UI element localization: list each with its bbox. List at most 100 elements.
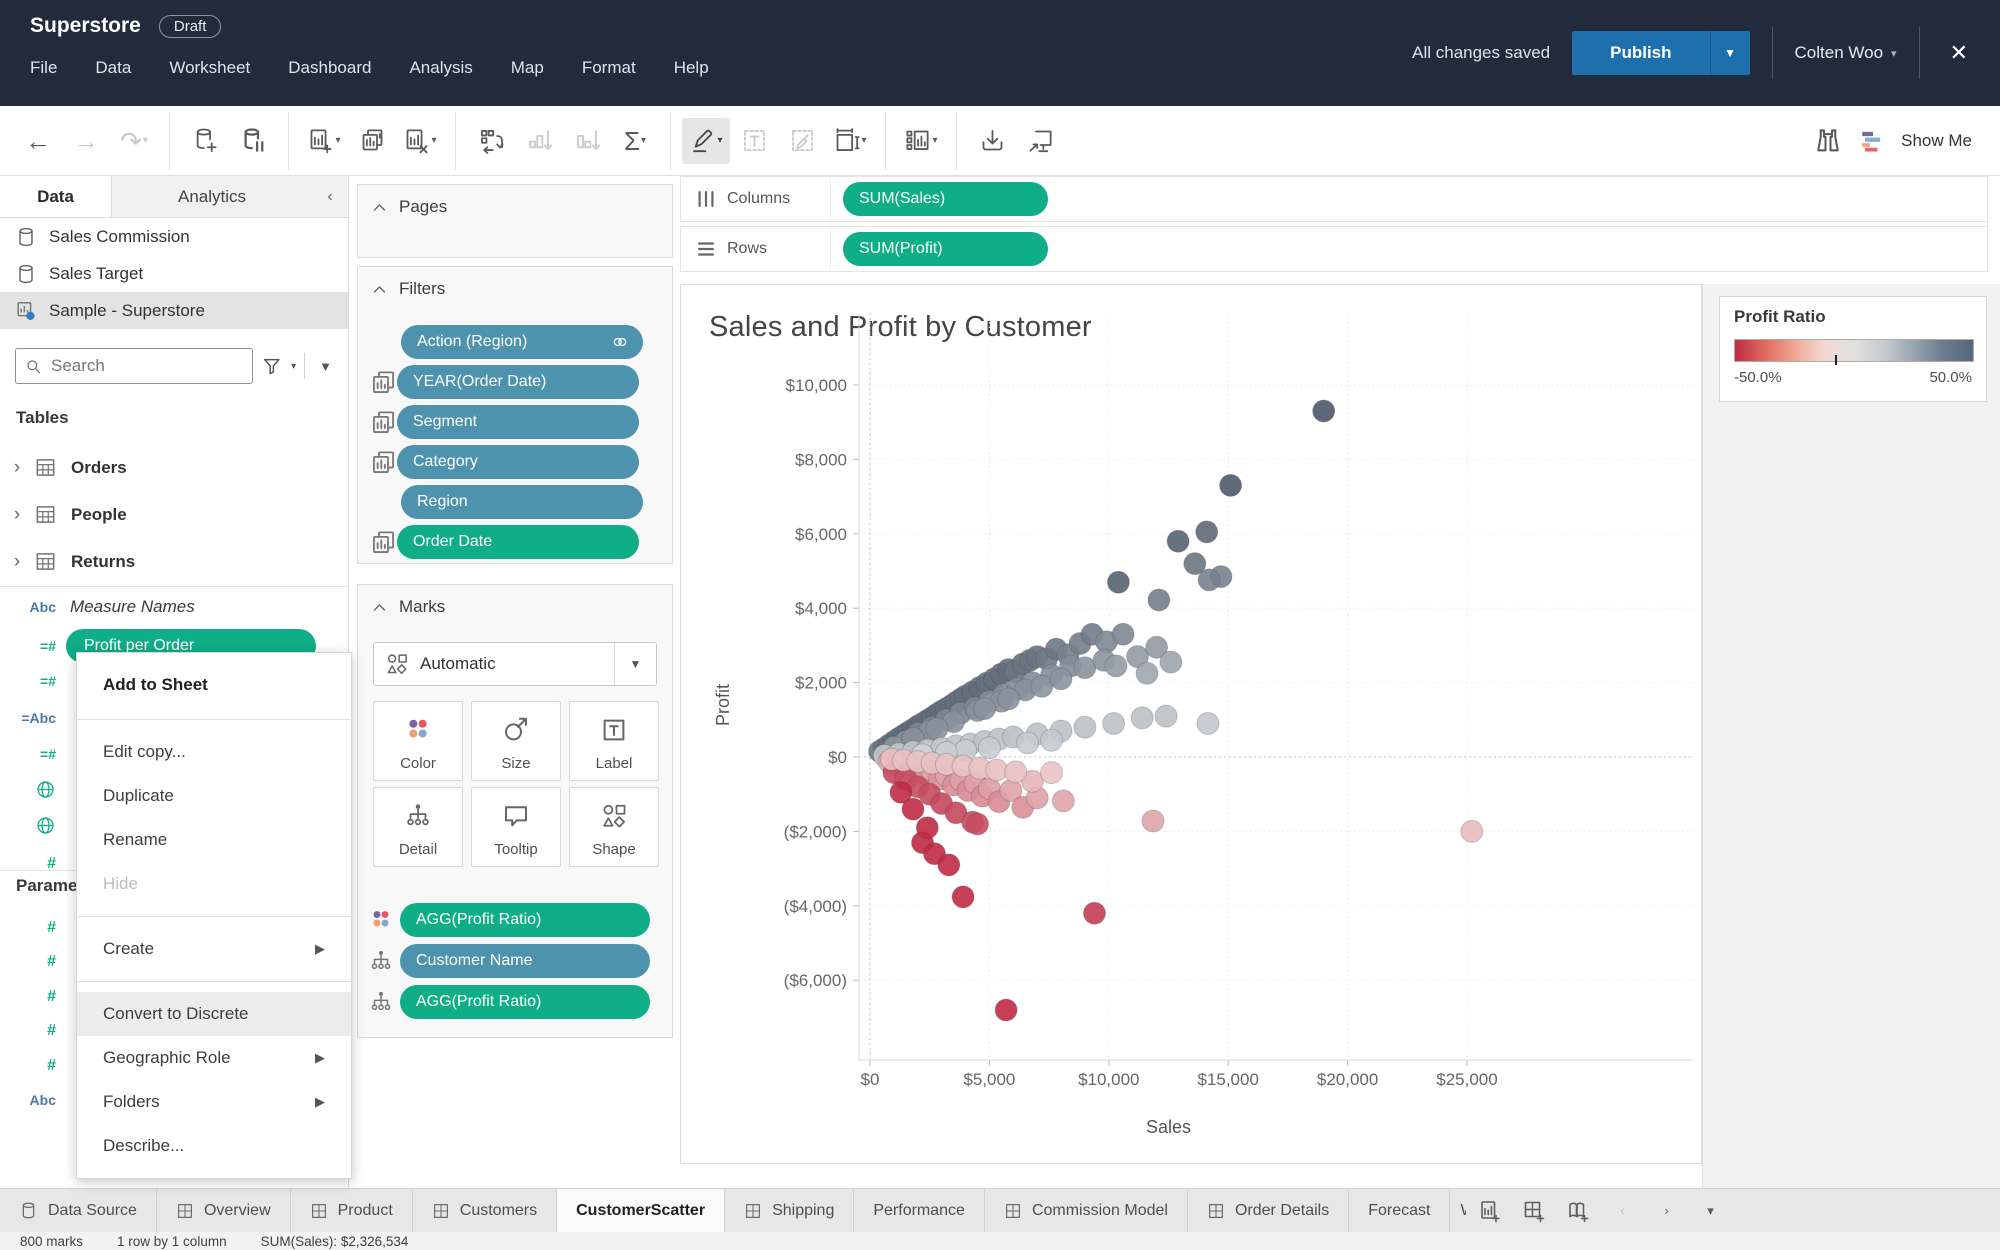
marks-pill[interactable]: AGG(Profit Ratio) [400,985,650,1019]
table-item-returns[interactable]: › Returns [0,538,348,585]
mark[interactable] [1004,760,1028,784]
filter-pill[interactable]: Segment [397,405,639,439]
table-item-orders[interactable]: › Orders [0,444,348,491]
mark[interactable] [1219,473,1243,497]
mark[interactable] [1130,706,1154,730]
fit-button[interactable]: ▾ [826,118,874,164]
scatter-plot[interactable]: $0 $5,000 $10,000 $15,000 $20,000 $25,000 $10,… [681,285,1703,1165]
mark[interactable] [1195,520,1219,544]
data-source-2[interactable]: Sales Target [0,255,348,292]
duplicate-sheet-button[interactable] [348,118,396,164]
menu-file[interactable]: File [30,58,57,78]
color-legend[interactable]: Profit Ratio -50.0% 50.0% [1719,296,1987,402]
filter-pill[interactable]: YEAR(Order Date) [397,365,639,399]
mark[interactable] [915,816,939,840]
mark[interactable] [937,853,961,877]
mark[interactable] [1016,731,1040,755]
mark[interactable] [966,812,989,836]
publish-button[interactable]: Publish ▼ [1572,31,1750,75]
sheet-tab-product[interactable]: Product [291,1189,413,1232]
show-me-icon[interactable] [1859,128,1885,154]
sheet-tab-w[interactable]: W [1450,1189,1466,1232]
presentation-mode-button[interactable] [1016,118,1064,164]
mark[interactable] [1040,761,1063,785]
data-source-1[interactable]: Sales Commission [0,218,348,255]
new-data-source-button[interactable] [181,118,229,164]
mark[interactable] [1111,622,1135,646]
mark[interactable] [994,998,1018,1022]
mark[interactable] [951,885,975,909]
highlight-button[interactable]: ▾ [682,117,730,164]
mark[interactable] [1135,661,1159,685]
mark[interactable] [901,797,925,821]
marks-button-label[interactable]: Label [569,701,659,781]
marks-button-shape[interactable]: Shape [569,787,659,867]
menu-data[interactable]: Data [95,58,131,78]
collapse-pane-button[interactable]: ‹ [312,176,348,217]
menu-item-duplicate[interactable]: Duplicate [77,774,351,818]
marks-pill[interactable]: AGG(Profit Ratio) [400,903,650,937]
user-menu[interactable]: Colten Woo ▾ [1795,43,1897,63]
mark[interactable] [973,697,997,721]
mark[interactable] [925,717,949,741]
undo-button[interactable]: ← [14,118,62,164]
publish-dropdown[interactable]: ▼ [1709,31,1750,75]
filter-pill[interactable]: Action (Region) [401,325,643,359]
mark[interactable] [977,736,1001,760]
mark[interactable] [1312,399,1336,423]
sheet-tab-shipping[interactable]: Shipping [725,1189,855,1232]
tab-list-button[interactable]: ▾ [1688,1189,1732,1233]
close-button[interactable]: ✕ [1942,36,1976,70]
marks-button-size[interactable]: Size [471,701,561,781]
marks-button-color[interactable]: Color [373,701,463,781]
mark[interactable] [1197,568,1221,592]
mark-type-dropdown[interactable]: Automatic ▼ [373,642,657,686]
new-story-button[interactable] [1556,1189,1600,1233]
chevron-right-icon[interactable]: › [0,457,34,479]
mark[interactable] [1102,712,1126,735]
mark[interactable] [1073,715,1097,739]
new-worksheet-button[interactable]: ▾ [300,118,348,164]
mark[interactable] [997,687,1020,711]
pill-sum-sales[interactable]: SUM(Sales) [843,182,1048,216]
fix-axes-button[interactable]: ▾ [897,118,945,164]
marks-button-detail[interactable]: Detail [373,787,463,867]
sheet-tab-customers[interactable]: Customers [413,1189,558,1232]
chevron-up-icon[interactable] [372,600,387,615]
next-tab-button[interactable]: › [1644,1189,1688,1233]
mark[interactable] [1141,809,1165,833]
menu-item-folders[interactable]: Folders ▶ [77,1080,351,1124]
data-source-3[interactable]: Sample - Superstore [0,292,348,329]
mark[interactable] [1040,728,1063,752]
marks-button-tooltip[interactable]: Tooltip [471,787,561,867]
mark[interactable] [985,758,1009,782]
publish-label[interactable]: Publish [1572,31,1710,75]
menu-item-edit-copy[interactable]: Edit copy... [77,730,351,774]
chevron-up-icon[interactable] [372,282,387,297]
menu-item-convert-to-discrete[interactable]: Convert to Discrete [77,992,351,1036]
mark[interactable] [1051,789,1075,813]
mark[interactable] [1049,667,1073,691]
menu-item-rename[interactable]: Rename [77,818,351,862]
tab-analytics[interactable]: Analytics [112,176,312,217]
table-item-people[interactable]: › People [0,491,348,538]
filter-pill[interactable]: Order Date [397,525,639,559]
menu-item-describe[interactable]: Describe... [77,1124,351,1168]
menu-analysis[interactable]: Analysis [409,58,472,78]
menu-help[interactable]: Help [674,58,709,78]
sheet-tab-commission-model[interactable]: Commission Model [985,1189,1188,1232]
filter-pill[interactable]: Region [401,485,643,519]
sheet-tab-customerscatter[interactable]: CustomerScatter [557,1189,726,1232]
new-dashboard-button[interactable] [1512,1189,1556,1233]
menu-worksheet[interactable]: Worksheet [169,58,250,78]
filter-fields-icon[interactable] [261,355,283,377]
mark[interactable] [1154,704,1178,728]
sheet-tab-overview[interactable]: Overview [157,1189,291,1232]
chevron-up-icon[interactable] [372,200,387,215]
marks-pill[interactable]: Customer Name [400,944,650,978]
pause-auto-updates-button[interactable] [229,118,277,164]
search-input[interactable] [51,356,245,376]
menu-item-create[interactable]: Create ▶ [77,927,351,971]
menu-item-add-to-sheet[interactable]: Add to Sheet [77,661,351,709]
clear-sheet-button[interactable]: ▾ [396,118,444,164]
